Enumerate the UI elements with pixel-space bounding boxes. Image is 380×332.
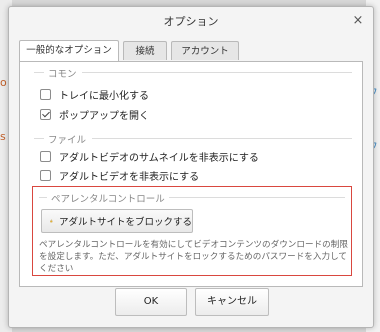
option-label: アダルトビデオを非表示にする [59, 171, 200, 183]
section-divider [82, 72, 352, 73]
minimize-to-tray-checkbox[interactable] [40, 88, 51, 100]
option-label: ポップアップを開く [59, 110, 149, 122]
option-minimize-to-tray[interactable]: トレイに最小化する [40, 86, 149, 102]
section-label-common: コモン [48, 69, 77, 80]
background-glyph: o [0, 76, 7, 89]
hide-adult-videos-checkbox[interactable] [40, 169, 51, 181]
option-hide-adult-videos[interactable]: アダルトビデオを非表示にする [40, 167, 199, 183]
option-label: アダルトビデオのサムネイルを非表示にする [59, 152, 259, 164]
block-adult-sites-label: アダルトサイトをブロックする [58, 217, 192, 228]
option-label: トレイに最小化する [59, 90, 149, 102]
ok-button[interactable]: OK [115, 288, 187, 316]
hide-adult-thumbnails-checkbox[interactable] [40, 150, 51, 162]
section-divider [39, 197, 47, 198]
parental-control-description: ペアレンタルコントロールを有効にしてビデオコンテンツのダウンロードの制限を設定し… [39, 240, 348, 274]
options-dialog: オプション × 一般的なオプション 接続 アカウント コモン トレイに最小化する… [8, 6, 374, 328]
option-open-popup[interactable]: ポップアップを開く [40, 106, 149, 122]
tab-connection[interactable]: 接続 [123, 41, 167, 60]
dialog-title: オプション [163, 15, 219, 28]
section-label-file: ファイル [48, 135, 87, 146]
parental-control-section: ペアレンタルコントロール アダルトサイトをブロックする ペアレンタルコントロール… [32, 186, 352, 276]
section-divider [92, 138, 352, 139]
lock-icon [50, 219, 53, 223]
block-adult-sites-button[interactable]: アダルトサイトをブロックする [41, 209, 193, 233]
section-divider [34, 72, 44, 73]
section-divider [169, 197, 345, 198]
cancel-button[interactable]: キャンセル [195, 288, 269, 316]
tab-account[interactable]: アカウント [171, 41, 239, 60]
section-divider [34, 138, 44, 139]
option-hide-adult-thumbnails[interactable]: アダルトビデオのサムネイルを非表示にする [40, 148, 259, 164]
general-options-panel: コモン トレイに最小化する ポップアップを開く ファイル アダルトビデオのサムネ… [19, 61, 363, 287]
tab-general-options[interactable]: 一般的なオプション [19, 40, 119, 61]
open-popup-checkbox[interactable] [40, 108, 51, 120]
close-button[interactable]: × [351, 14, 365, 28]
section-label-parental: ペアレンタルコントロール [51, 194, 165, 205]
background-glyph: s [0, 130, 6, 143]
